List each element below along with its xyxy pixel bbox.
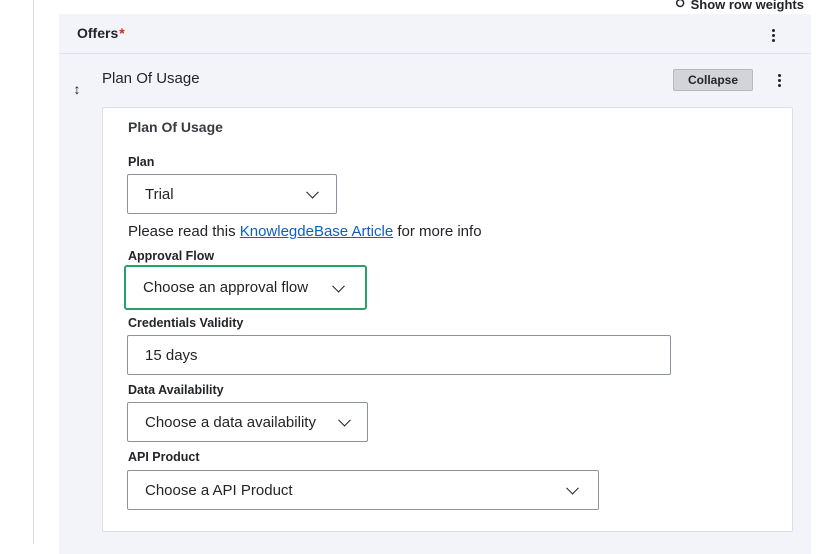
chevron-down-icon [566, 481, 579, 495]
chevron-down-icon [338, 413, 351, 427]
credentials-validity-value: 15 days [145, 346, 198, 364]
credentials-validity-label: Credentials Validity [128, 316, 244, 330]
data-availability-label: Data Availability [128, 383, 224, 397]
api-product-select[interactable]: Choose a API Product [127, 470, 599, 510]
plan-select-value: Trial [145, 185, 174, 203]
approval-flow-select-value: Choose an approval flow [143, 279, 309, 296]
required-star: * [119, 25, 125, 41]
info-prefix: Please read this [128, 223, 240, 240]
knowledgebase-link[interactable]: KnowlegdeBase Article [240, 223, 393, 240]
plan-label: Plan [128, 155, 155, 169]
chevron-down-icon [306, 185, 319, 199]
credentials-validity-input[interactable]: 15 days [127, 335, 671, 375]
drag-handle-icon[interactable]: ↕ [69, 80, 85, 98]
collapse-button[interactable]: Collapse [673, 69, 753, 91]
offers-title-text: Offers [77, 25, 119, 41]
eye-icon: ⭘ [675, 0, 685, 10]
row-more-menu-icon[interactable] [772, 70, 786, 90]
offers-header: Offers* [59, 14, 811, 54]
plan-select[interactable]: Trial [127, 174, 337, 214]
info-text: Please read this KnowlegdeBase Article f… [128, 223, 482, 240]
data-availability-select[interactable]: Choose a data availability [127, 402, 368, 442]
left-divider [33, 0, 34, 544]
data-availability-select-value: Choose a data availability [145, 413, 316, 431]
approval-flow-select[interactable]: Choose an approval flow [124, 265, 367, 310]
offers-title: Offers* [77, 25, 125, 41]
show-row-weights-link[interactable]: ⭘ Show row weights [676, 0, 804, 12]
show-row-weights-label: Show row weights [690, 0, 804, 12]
offers-more-menu-icon[interactable] [766, 25, 780, 45]
api-product-label: API Product [128, 450, 200, 464]
card-title: Plan Of Usage [128, 119, 223, 135]
chevron-down-icon [332, 279, 345, 293]
api-product-select-value: Choose a API Product [145, 481, 293, 499]
approval-flow-label: Approval Flow [128, 249, 215, 263]
plan-row-title: Plan Of Usage [102, 70, 200, 87]
info-suffix: for more info [393, 223, 482, 240]
